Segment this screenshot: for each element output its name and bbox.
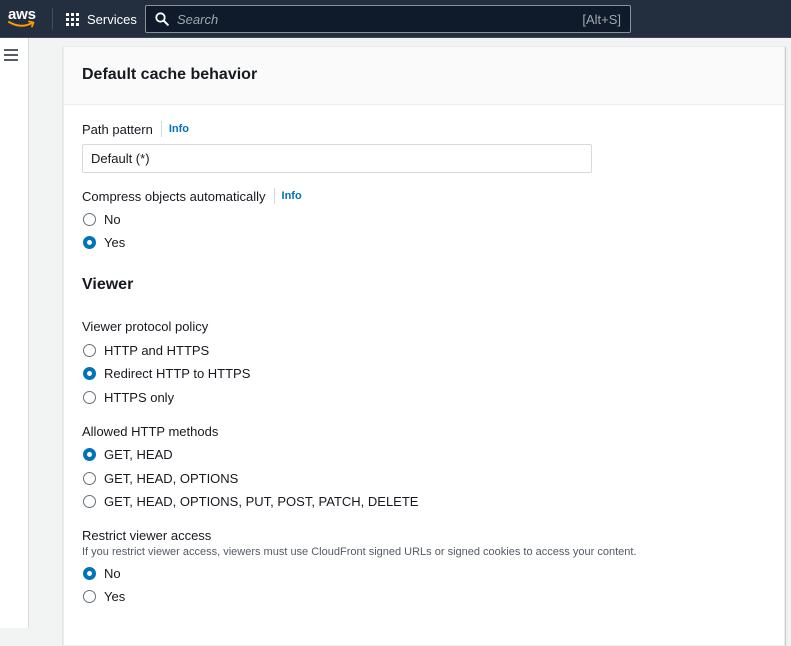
default-cache-behavior-panel: Default cache behavior Path pattern Info… <box>63 46 785 646</box>
restrict-access-option-yes[interactable]: Yes <box>83 589 125 604</box>
services-menu-button[interactable]: Services <box>66 10 137 28</box>
radio-button-selected[interactable] <box>83 448 96 461</box>
radio-button[interactable] <box>83 472 96 485</box>
path-pattern-label-row: Path pattern Info <box>82 121 189 137</box>
restrict-access-label: Restrict viewer access <box>82 528 212 543</box>
restrict-access-description: If you restrict viewer access, viewers m… <box>82 546 637 558</box>
search-input[interactable] <box>177 11 557 27</box>
radio-label: Yes <box>104 235 126 250</box>
radio-label: No <box>104 566 121 581</box>
panel-header: Default cache behavior <box>64 47 784 105</box>
compress-info-link[interactable]: Info <box>273 188 302 204</box>
compress-option-yes[interactable]: Yes <box>83 235 125 250</box>
radio-button[interactable] <box>83 344 96 357</box>
radio-button-selected[interactable] <box>83 236 96 249</box>
compress-label-row: Compress objects automatically Info <box>82 188 302 204</box>
services-grid-icon <box>66 12 79 26</box>
viewer-protocol-option-http-https[interactable]: HTTP and HTTPS <box>83 343 209 358</box>
radio-label: Yes <box>104 589 126 604</box>
radio-label: Redirect HTTP to HTTPS <box>104 366 251 381</box>
radio-button[interactable] <box>83 213 96 226</box>
path-pattern-input[interactable] <box>82 144 592 173</box>
panel-title: Default cache behavior <box>82 66 258 83</box>
radio-button[interactable] <box>83 495 96 508</box>
radio-button[interactable] <box>83 590 96 603</box>
path-pattern-label: Path pattern <box>82 121 153 137</box>
radio-label: GET, HEAD, OPTIONS <box>104 471 239 486</box>
restrict-access-option-no[interactable]: No <box>83 566 121 581</box>
side-navigation-collapsed <box>0 38 29 628</box>
radio-button-selected[interactable] <box>83 567 96 580</box>
allowed-methods-option-get-head-options[interactable]: GET, HEAD, OPTIONS <box>83 471 238 486</box>
search-box[interactable]: [Alt+S] <box>145 5 631 33</box>
top-navigation-bar: aws Services [Alt+S] <box>0 0 791 38</box>
radio-label: HTTP and HTTPS <box>104 343 210 358</box>
radio-label: GET, HEAD, OPTIONS, PUT, POST, PATCH, DE… <box>104 494 419 509</box>
compress-option-no[interactable]: No <box>83 212 121 227</box>
topbar-divider <box>52 8 53 30</box>
viewer-protocol-label: Viewer protocol policy <box>82 319 209 334</box>
radio-button-selected[interactable] <box>83 367 96 380</box>
radio-button[interactable] <box>83 391 96 404</box>
allowed-methods-label: Allowed HTTP methods <box>82 424 219 439</box>
compress-label: Compress objects automatically <box>82 188 266 204</box>
viewer-protocol-option-redirect[interactable]: Redirect HTTP to HTTPS <box>83 366 250 381</box>
viewer-protocol-option-https-only[interactable]: HTTPS only <box>83 390 174 405</box>
radio-label: No <box>104 212 121 227</box>
aws-logo[interactable]: aws <box>8 6 38 32</box>
search-shortcut-hint: [Alt+S] <box>582 12 621 27</box>
allowed-methods-option-get-head[interactable]: GET, HEAD <box>83 447 173 462</box>
services-label: Services <box>87 11 137 27</box>
search-icon <box>155 12 169 26</box>
radio-label: GET, HEAD <box>104 447 173 462</box>
allowed-methods-option-all[interactable]: GET, HEAD, OPTIONS, PUT, POST, PATCH, DE… <box>83 494 418 509</box>
path-pattern-info-link[interactable]: Info <box>160 121 189 137</box>
radio-label: HTTPS only <box>104 390 175 405</box>
menu-hamburger-icon[interactable] <box>4 49 18 61</box>
aws-smile-icon <box>8 20 35 28</box>
viewer-section-title: Viewer <box>82 276 134 293</box>
